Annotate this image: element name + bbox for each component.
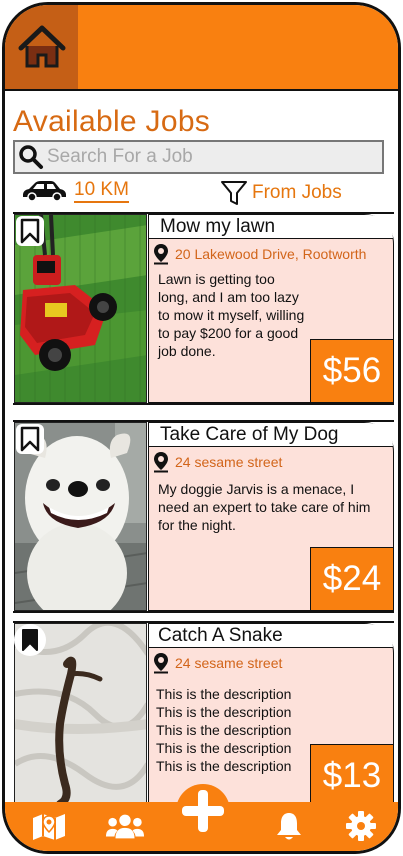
- bookmark-button[interactable]: [16, 216, 44, 246]
- job-address: 24 sesame street: [175, 454, 283, 470]
- car-icon: [23, 181, 66, 202]
- map-pin-icon: [154, 653, 168, 674]
- job-address-row: 24 sesame street: [153, 652, 282, 674]
- job-title-row: Mow my lawn: [149, 215, 393, 239]
- job-card-catch-snake[interactable]: Catch A Snake 24 sesame street This is t…: [13, 621, 394, 811]
- people-icon: [105, 814, 145, 839]
- search-input[interactable]: [47, 146, 367, 168]
- nav-settings[interactable]: [341, 810, 381, 842]
- job-description: My doggie Jarvis is a menace, I need an …: [158, 481, 371, 533]
- job-details: Mow my lawn 20 Lakewood Drive, Rootworth…: [148, 214, 394, 403]
- bookmark-icon: [20, 218, 40, 244]
- job-address-row: 20 Lakewood Drive, Rootworth: [153, 243, 366, 265]
- plus-icon: [182, 790, 224, 832]
- job-address: 24 sesame street: [175, 655, 283, 671]
- filter-icon: [221, 181, 247, 205]
- phone-frame: Available Jobs 10 KM From Jobs: [2, 2, 401, 854]
- job-price: $13: [310, 744, 394, 808]
- job-title: Take Care of My Dog: [160, 424, 339, 445]
- page-title: Available Jobs: [13, 105, 211, 138]
- job-card-dog-care[interactable]: Take Care of My Dog 24 sesame street My …: [13, 420, 394, 613]
- job-price: $24: [310, 547, 394, 611]
- job-title: Mow my lawn: [160, 216, 276, 237]
- gear-icon: [346, 811, 376, 841]
- job-title-row: Take Care of My Dog: [149, 423, 393, 447]
- bell-icon: [277, 813, 301, 840]
- map-icon: [33, 814, 65, 840]
- bottom-navigation: [5, 784, 398, 851]
- distance-filter[interactable]: 10 KM: [20, 179, 129, 203]
- filter-row: 10 KM From Jobs: [5, 179, 398, 209]
- bookmark-icon: [22, 629, 38, 651]
- bookmark-button[interactable]: [14, 624, 46, 656]
- job-title-row: Catch A Snake: [149, 624, 393, 648]
- map-pin-icon: [154, 452, 168, 473]
- nav-notifications[interactable]: [269, 810, 309, 842]
- job-card-mow-lawn[interactable]: Mow my lawn 20 Lakewood Drive, Rootworth…: [13, 212, 394, 405]
- add-job-button[interactable]: [176, 784, 230, 838]
- from-jobs-label: From Jobs: [252, 182, 342, 203]
- map-pin-icon: [154, 244, 168, 265]
- distance-value: 10 KM: [74, 179, 129, 203]
- bookmark-button[interactable]: [16, 424, 44, 454]
- from-jobs-filter[interactable]: From Jobs: [220, 179, 342, 207]
- job-description: Lawn is getting too long, and I am too l…: [158, 271, 305, 359]
- job-price: $56: [310, 339, 394, 403]
- top-bar: [5, 5, 398, 91]
- search-icon: [19, 145, 43, 169]
- job-title: Catch A Snake: [158, 625, 283, 646]
- nav-people[interactable]: [105, 810, 145, 842]
- home-icon: [18, 25, 65, 68]
- search-bar[interactable]: [13, 140, 384, 174]
- job-address: 20 Lakewood Drive, Rootworth: [175, 246, 367, 262]
- job-details: Take Care of My Dog 24 sesame street My …: [148, 422, 394, 611]
- job-description: This is the description This is the desc…: [156, 686, 292, 774]
- home-button[interactable]: [5, 5, 78, 89]
- job-address-row: 24 sesame street: [153, 451, 282, 473]
- nav-map[interactable]: [29, 810, 69, 842]
- job-details: Catch A Snake 24 sesame street This is t…: [148, 623, 394, 811]
- bookmark-icon: [20, 426, 40, 452]
